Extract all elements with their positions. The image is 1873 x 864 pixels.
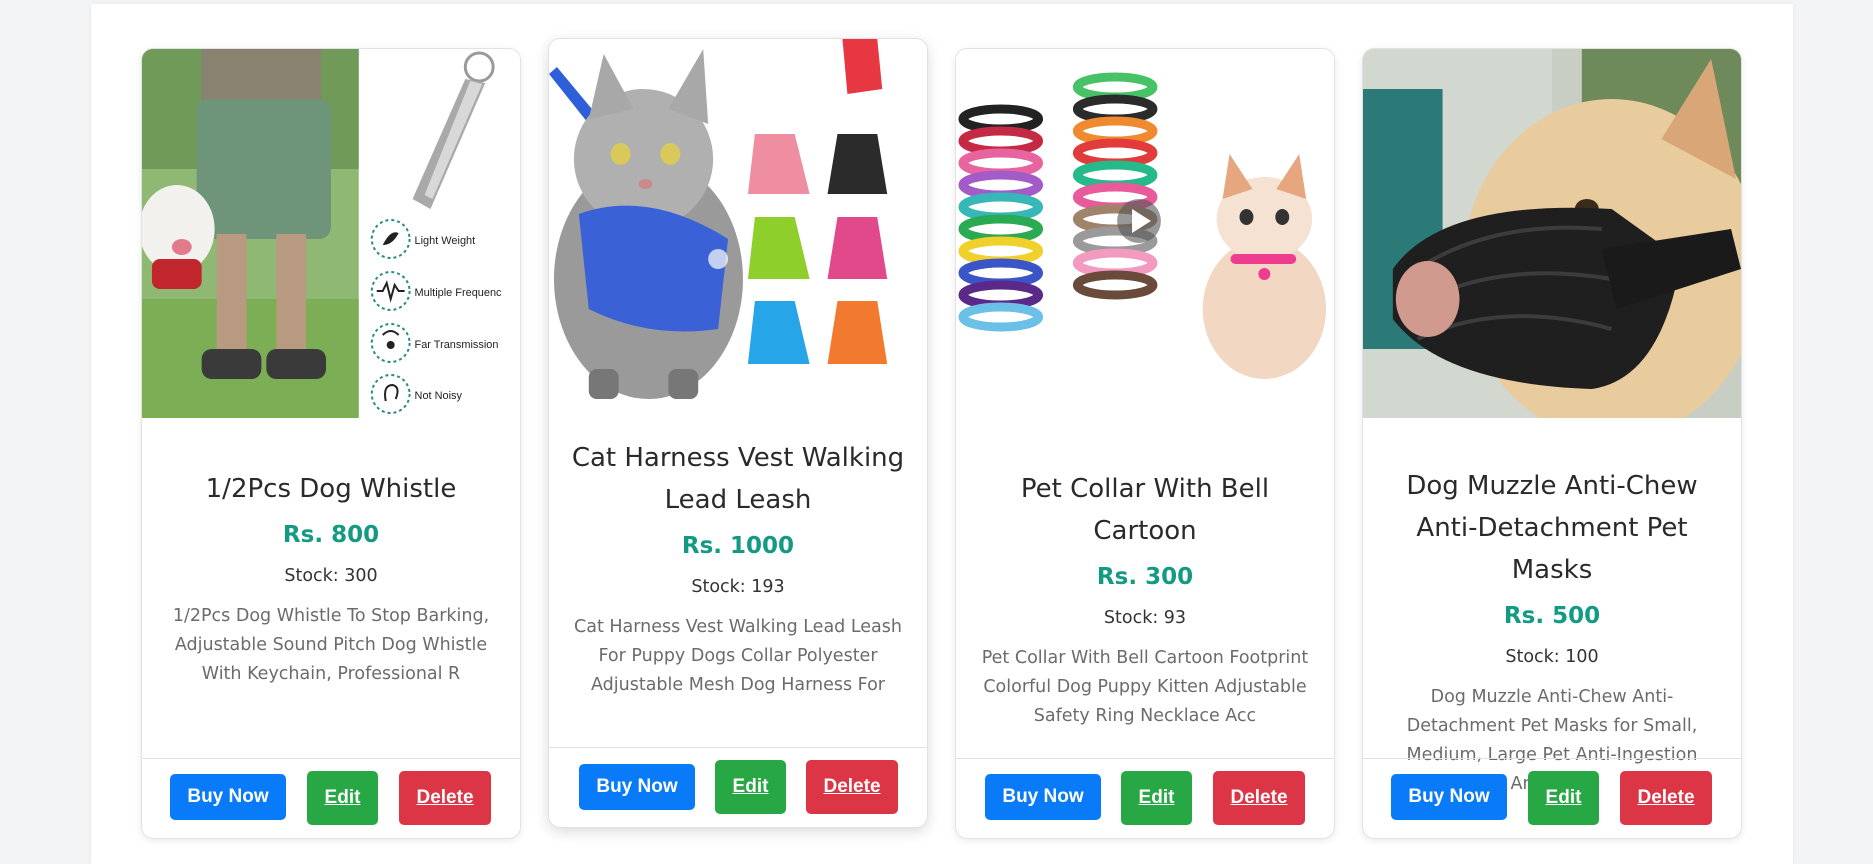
card-actions: Buy Now Edit Delete (1363, 758, 1741, 838)
product-info: Cat Harness Vest Walking Lead Leash Rs. … (549, 437, 927, 700)
product-stock: Stock: 193 (691, 577, 785, 597)
product-price: Rs. 1000 (681, 533, 795, 559)
product-card: Cat Harness Vest Walking Lead Leash Rs. … (548, 38, 928, 828)
product-card: Dog Muzzle Anti-Chew Anti-Detachment Pet… (1362, 48, 1742, 839)
feature-label-3: Far Transmission (415, 339, 499, 351)
product-info: Dog Muzzle Anti-Chew Anti-Detachment Pet… (1363, 447, 1741, 799)
product-image-dog-whistle: Light Weight Multiple Frequenc Far Trans… (142, 49, 520, 418)
product-title: Pet Collar With Bell Cartoon (1020, 474, 1270, 546)
card-actions: Buy Now Edit Delete (142, 758, 520, 838)
edit-button[interactable]: Edit (1121, 771, 1192, 825)
product-info: 1/2Pcs Dog Whistle Rs. 800 Stock: 300 1/… (142, 468, 520, 689)
edit-button[interactable]: Edit (715, 760, 786, 814)
product-stock: Stock: 100 (1505, 647, 1599, 667)
product-title: Dog Muzzle Anti-Chew Anti-Detachment Pet… (1406, 471, 1698, 585)
feature-label-2: Multiple Frequenc (415, 287, 502, 299)
product-price: Rs. 300 (1096, 564, 1194, 590)
product-price: Rs. 800 (282, 522, 380, 548)
delete-button[interactable]: Delete (399, 771, 491, 825)
product-card: Pet Collar With Bell Cartoon Rs. 300 Sto… (955, 48, 1335, 839)
delete-button[interactable]: Delete (1620, 771, 1712, 825)
product-description: Cat Harness Vest Walking Lead Leash For … (574, 617, 902, 695)
card-actions: Buy Now Edit Delete (956, 758, 1334, 838)
product-title: 1/2Pcs Dog Whistle (205, 474, 457, 504)
product-image-pet-collar (956, 49, 1334, 418)
edit-button[interactable]: Edit (307, 771, 378, 825)
buy-now-button[interactable]: Buy Now (1391, 774, 1507, 820)
edit-button[interactable]: Edit (1528, 771, 1599, 825)
delete-button[interactable]: Delete (1213, 771, 1305, 825)
product-image-cat-harness (549, 39, 927, 408)
product-title: Cat Harness Vest Walking Lead Leash (571, 443, 905, 515)
product-info: Pet Collar With Bell Cartoon Rs. 300 Sto… (956, 468, 1334, 731)
product-description: 1/2Pcs Dog Whistle To Stop Barking, Adju… (172, 606, 490, 684)
product-stock: Stock: 93 (1103, 608, 1187, 628)
product-description: Pet Collar With Bell Cartoon Footprint C… (981, 648, 1309, 726)
buy-now-button[interactable]: Buy Now (170, 774, 286, 820)
feature-label-4: Not Noisy (415, 390, 463, 402)
delete-button[interactable]: Delete (806, 760, 898, 814)
product-card: Light Weight Multiple Frequenc Far Trans… (141, 48, 521, 839)
product-price: Rs. 500 (1503, 603, 1601, 629)
buy-now-button[interactable]: Buy Now (579, 764, 695, 810)
buy-now-button[interactable]: Buy Now (985, 774, 1101, 820)
product-stock: Stock: 300 (284, 566, 378, 586)
feature-label-1: Light Weight (415, 235, 476, 247)
product-image-dog-muzzle (1363, 49, 1741, 418)
product-grid: Light Weight Multiple Frequenc Far Trans… (91, 4, 1793, 864)
card-actions: Buy Now Edit Delete (549, 747, 927, 827)
